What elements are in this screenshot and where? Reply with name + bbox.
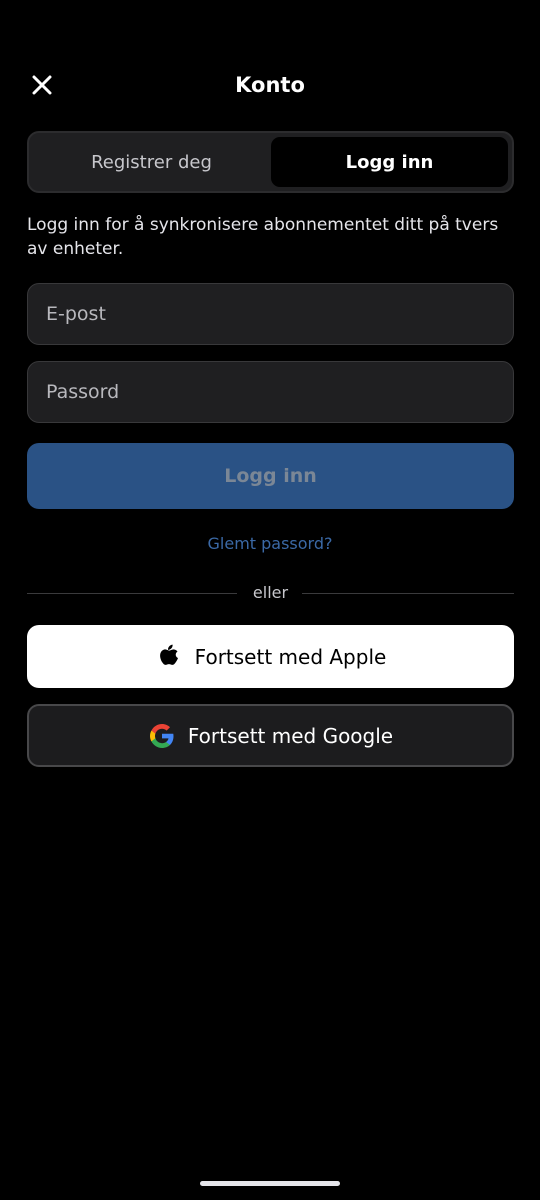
email-field[interactable]: E-post [27, 283, 514, 345]
continue-with-google-button[interactable]: Fortsett med Google [27, 704, 514, 767]
password-field[interactable]: Passord [27, 361, 514, 423]
divider-line-right [302, 593, 514, 594]
page-title: Konto [235, 73, 305, 97]
tab-register[interactable]: Registrer deg [33, 137, 270, 187]
or-divider: eller [27, 580, 514, 606]
login-button[interactable]: Logg inn [27, 443, 514, 509]
header: Konto [0, 60, 540, 110]
tab-login[interactable]: Logg inn [271, 137, 508, 187]
google-icon [148, 722, 176, 750]
apple-icon [155, 643, 183, 671]
home-indicator[interactable] [200, 1181, 340, 1186]
intro-text: Logg inn for å synkronisere abonnementet… [27, 215, 499, 259]
auth-mode-tabs: Registrer deg Logg inn [27, 131, 514, 193]
apple-button-label: Fortsett med Apple [194, 644, 387, 669]
forgot-password-link[interactable]: Glemt passord? [0, 531, 540, 557]
continue-with-apple-button[interactable]: Fortsett med Apple [27, 625, 514, 688]
google-button-label: Fortsett med Google [187, 723, 394, 748]
account-screen: Konto Registrer deg Logg inn Logg inn fo… [0, 0, 540, 1200]
